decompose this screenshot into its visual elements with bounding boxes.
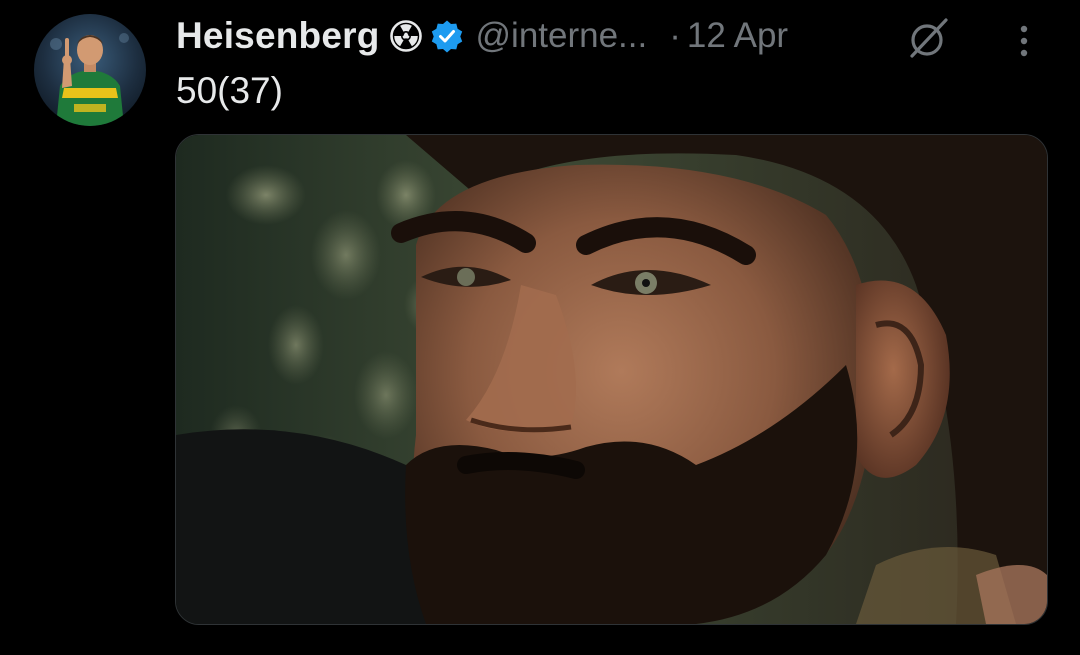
author-handle[interactable]: @interne...: [476, 16, 648, 56]
radiation-icon: [389, 20, 422, 52]
slashed-circle-icon[interactable]: [904, 12, 954, 62]
tweet-text: 50(37): [176, 70, 283, 111]
tweet-timestamp[interactable]: 12 Apr: [687, 16, 788, 56]
author-display-name[interactable]: Heisenberg: [176, 15, 380, 57]
avatar-image: [34, 14, 146, 126]
author-avatar[interactable]: [34, 14, 146, 126]
tweet-media-image[interactable]: [175, 134, 1048, 625]
separator-dot: ·: [669, 16, 681, 55]
verified-badge-icon[interactable]: [430, 19, 464, 53]
tweet-header: Heisenberg @interne... · 12 Apr: [176, 12, 788, 60]
tweet[interactable]: Heisenberg @interne... · 12 Apr 50(37): [0, 0, 1080, 655]
bearded-man-closeup-photo: [176, 135, 1047, 624]
more-vertical-icon[interactable]: [1010, 20, 1038, 62]
